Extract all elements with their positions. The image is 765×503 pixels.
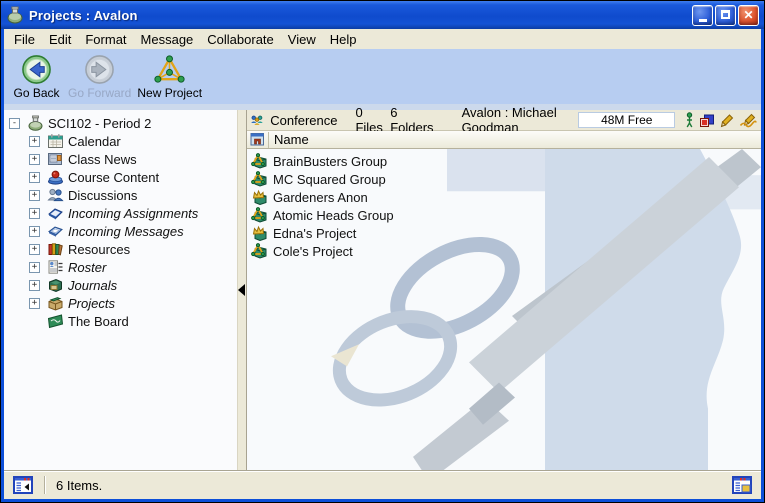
group-project-icon [251, 243, 268, 259]
tree-root-course[interactable]: - SCI102 - Period 2 [4, 114, 237, 132]
menu-collaborate[interactable]: Collaborate [200, 31, 281, 48]
tree-item-calendar[interactable]: + Calendar [4, 132, 237, 150]
calendar-icon [47, 133, 64, 149]
tree-item-resources[interactable]: + Resources [4, 240, 237, 258]
panel-splitter[interactable] [237, 110, 247, 470]
go-back-icon [21, 54, 52, 85]
group-project-icon [251, 153, 268, 169]
conference-label: Conference [270, 113, 337, 128]
go-forward-icon [84, 54, 115, 85]
name-header-label: Name [274, 132, 309, 147]
list-item-project[interactable]: Gardeners Anon [247, 188, 761, 206]
menu-file[interactable]: File [7, 31, 42, 48]
panel-layout-right-icon [732, 476, 752, 494]
projects-icon [47, 295, 64, 311]
expand-box[interactable]: + [29, 190, 40, 201]
menu-bar: File Edit Format Message Collaborate Vie… [4, 29, 761, 49]
resources-icon [47, 241, 64, 257]
toggle-view-layout-button[interactable] [730, 474, 754, 496]
signature-icon[interactable] [739, 113, 757, 128]
expand-box[interactable]: + [29, 208, 40, 219]
messages-icon [47, 223, 64, 239]
close-button[interactable]: ✕ [738, 5, 759, 26]
title-bar: Projects : Avalon ✕ [1, 1, 764, 29]
tree-item-projects[interactable]: + Projects [4, 294, 237, 312]
news-icon [47, 151, 64, 167]
tree-item-the-board[interactable]: The Board [4, 312, 237, 330]
toolbar: Go Back Go Forward Ne [4, 49, 761, 104]
app-window: Projects : Avalon ✕ File Edit Format Mes… [0, 0, 765, 503]
sort-items-icon [250, 132, 265, 147]
expand-box[interactable]: + [29, 172, 40, 183]
items-count-text: 6 Items. [56, 478, 102, 493]
menu-view[interactable]: View [281, 31, 323, 48]
tree-item-incoming-assignments[interactable]: + Incoming Assignments [4, 204, 237, 222]
menu-format[interactable]: Format [78, 31, 133, 48]
go-back-button[interactable]: Go Back [8, 52, 65, 101]
menu-help[interactable]: Help [323, 31, 364, 48]
expand-box[interactable]: + [29, 136, 40, 147]
menu-message[interactable]: Message [134, 31, 201, 48]
toggle-tree-panel-button[interactable] [11, 474, 35, 496]
panel-layout-left-icon [13, 476, 33, 494]
app-flask-icon [6, 6, 24, 24]
course-content-icon [47, 169, 64, 185]
expand-box[interactable]: + [29, 244, 40, 255]
conference-info-bar: Conference 0 Files 6 Folders Avalon : Mi… [247, 110, 761, 131]
minimize-button[interactable] [692, 5, 713, 26]
roster-icon [47, 259, 64, 275]
maximize-button[interactable] [715, 5, 736, 26]
collapse-tree-arrow-icon[interactable] [238, 284, 245, 296]
collapse-box[interactable]: - [9, 118, 20, 129]
expand-box[interactable]: + [29, 280, 40, 291]
status-bar: 6 Items. [4, 470, 761, 499]
expand-box[interactable]: + [29, 298, 40, 309]
layers-icon[interactable] [699, 113, 715, 128]
tree-item-incoming-messages[interactable]: + Incoming Messages [4, 222, 237, 240]
assignments-icon [47, 205, 64, 221]
list-item-project[interactable]: Cole's Project [247, 242, 761, 260]
list-item-project[interactable]: Edna's Project [247, 224, 761, 242]
expand-box[interactable]: + [29, 262, 40, 273]
group-project-icon [251, 207, 268, 223]
go-forward-button[interactable]: Go Forward [65, 52, 134, 101]
expand-box[interactable]: + [29, 226, 40, 237]
group-project-icon [251, 171, 268, 187]
person-icon[interactable] [685, 112, 694, 128]
menu-edit[interactable]: Edit [42, 31, 78, 48]
tree-item-journals[interactable]: + Journals [4, 276, 237, 294]
new-project-icon [154, 54, 185, 85]
board-icon [47, 313, 64, 329]
tree-item-class-news[interactable]: + Class News [4, 150, 237, 168]
course-tree: - SCI102 - Period 2 + [4, 110, 237, 470]
list-item-project[interactable]: Atomic Heads Group [247, 206, 761, 224]
tree-item-course-content[interactable]: + Course Content [4, 168, 237, 186]
window-title: Projects : Avalon [29, 8, 687, 23]
list-item-project[interactable]: BrainBusters Group [247, 152, 761, 170]
project-list: BrainBusters Group MC Squar [247, 149, 761, 260]
expand-box[interactable]: + [29, 154, 40, 165]
pencil-icon[interactable] [720, 113, 734, 128]
conference-icon [250, 112, 264, 128]
crown-project-icon [251, 189, 268, 205]
conference-panel: Conference 0 Files 6 Folders Avalon : Mi… [247, 110, 761, 470]
discussions-icon [47, 187, 64, 203]
name-column-header[interactable]: Name [247, 131, 761, 149]
free-space-indicator: 48M Free [578, 112, 675, 128]
flask-icon [27, 115, 44, 131]
list-item-project[interactable]: MC Squared Group [247, 170, 761, 188]
journals-icon [47, 277, 64, 293]
tree-item-discussions[interactable]: + Discussions [4, 186, 237, 204]
crown-project-icon [251, 225, 268, 241]
tree-item-roster[interactable]: + Roster [4, 258, 237, 276]
new-project-button[interactable]: New Project [134, 52, 205, 101]
